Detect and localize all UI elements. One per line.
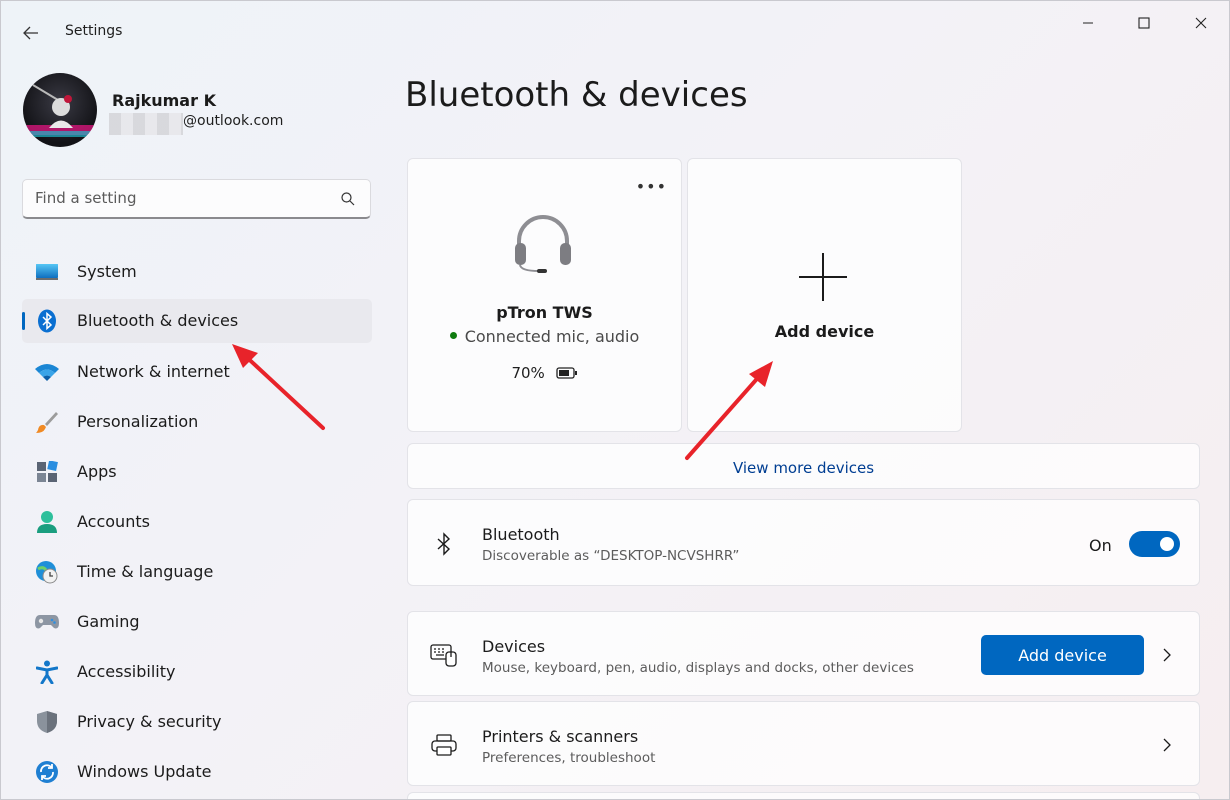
device-status-text: Connected mic, audio	[464, 327, 640, 346]
close-icon	[1195, 17, 1207, 29]
maximize-button[interactable]	[1124, 9, 1164, 37]
sidebar-item-bluetooth-devices[interactable]: Bluetooth & devices	[22, 299, 372, 343]
minimize-icon	[1083, 22, 1093, 24]
bluetooth-row: Bluetooth Discoverable as “DESKTOP-NCVSH…	[407, 499, 1200, 586]
bluetooth-toggle[interactable]	[1129, 531, 1180, 557]
paintbrush-icon	[34, 410, 60, 434]
active-indicator	[22, 312, 25, 330]
user-email: @outlook.com	[183, 113, 284, 129]
bluetooth-outline-icon	[430, 530, 458, 558]
sidebar-item-label: Accounts	[77, 512, 150, 531]
battery-row: 70%	[408, 364, 681, 382]
bluetooth-title: Bluetooth	[482, 525, 560, 544]
printers-title: Printers & scanners	[482, 727, 639, 746]
minimize-button[interactable]	[1068, 9, 1108, 37]
sidebar-item-time-language[interactable]: Time & language	[22, 550, 372, 594]
devices-row[interactable]: Devices Mouse, keyboard, pen, audio, dis…	[407, 611, 1200, 696]
sidebar-item-label: Accessibility	[77, 662, 176, 681]
globe-clock-icon	[34, 560, 60, 584]
device-name: pTron TWS	[496, 303, 593, 322]
email-redaction	[109, 113, 183, 135]
maximize-icon	[1138, 17, 1150, 29]
sidebar-item-label: System	[77, 262, 137, 281]
search-input[interactable]	[35, 189, 325, 207]
view-more-devices-link[interactable]: View more devices	[407, 443, 1200, 489]
bluetooth-subtitle: Discoverable as “DESKTOP-NCVSHRR”	[482, 548, 740, 564]
sidebar-item-label: Personalization	[77, 412, 199, 431]
sidebar-item-system[interactable]: System	[22, 250, 372, 294]
bluetooth-icon	[34, 309, 60, 333]
battery-icon	[555, 366, 577, 379]
sidebar-item-label: Apps	[77, 462, 117, 481]
add-device-button[interactable]: Add device	[981, 635, 1144, 675]
update-icon	[34, 760, 60, 784]
sidebar-item-label: Bluetooth & devices	[77, 311, 239, 330]
device-status: Connected mic, audio	[408, 327, 681, 346]
sidebar-item-personalization[interactable]: Personalization	[22, 400, 372, 444]
chevron-right-icon[interactable]	[1161, 737, 1173, 753]
sidebar-item-gaming[interactable]: Gaming	[22, 600, 372, 644]
search-icon[interactable]	[340, 191, 356, 207]
arrow-left-icon	[23, 26, 38, 40]
monitor-icon	[34, 260, 60, 284]
devices-subtitle: Mouse, keyboard, pen, audio, displays an…	[482, 660, 914, 676]
view-more-label: View more devices	[732, 459, 875, 477]
more-options-icon[interactable]: •••	[636, 177, 667, 196]
person-icon	[34, 510, 60, 534]
add-device-card[interactable]: Add device	[687, 158, 962, 432]
sidebar-item-label: Network & internet	[77, 362, 230, 381]
devices-title: Devices	[482, 637, 546, 656]
sidebar-item-label: Time & language	[77, 562, 214, 581]
sidebar-item-label: Gaming	[77, 612, 140, 631]
add-device-label: Add device	[774, 322, 875, 341]
apps-icon	[34, 460, 60, 484]
headset-icon	[515, 215, 571, 273]
bluetooth-toggle-label: On	[1089, 536, 1112, 555]
sidebar-item-privacy-security[interactable]: Privacy & security	[22, 700, 372, 744]
gamepad-icon	[34, 610, 60, 634]
plus-icon	[799, 253, 847, 301]
next-row-partial	[407, 792, 1200, 799]
keyboard-devices-icon	[430, 641, 458, 669]
accessibility-icon	[34, 660, 60, 684]
shield-icon	[34, 710, 60, 734]
user-name: Rajkumar K	[112, 91, 216, 110]
app-title: Settings	[65, 23, 123, 39]
sidebar-item-label: Windows Update	[77, 762, 212, 781]
sidebar-item-label: Privacy & security	[77, 712, 222, 731]
sidebar-item-accounts[interactable]: Accounts	[22, 500, 372, 544]
sidebar-item-accessibility[interactable]: Accessibility	[22, 650, 372, 694]
close-button[interactable]	[1181, 9, 1221, 37]
connected-status-dot	[449, 332, 457, 339]
sidebar-item-windows-update[interactable]: Windows Update	[22, 750, 372, 794]
device-card[interactable]: ••• pTron TWS Connected mic, audio 70%	[407, 158, 682, 432]
sidebar-item-network-internet[interactable]: Network & internet	[22, 350, 372, 394]
search-box[interactable]	[22, 179, 371, 219]
battery-level: 70%	[511, 364, 545, 382]
settings-window: Settings Rajkumar K @outlook.com Find a …	[0, 0, 1230, 800]
toggle-knob	[1160, 537, 1174, 551]
page-title: Bluetooth & devices	[405, 75, 748, 115]
wifi-icon	[34, 360, 60, 384]
printers-scanners-row[interactable]: Printers & scanners Preferences, trouble…	[407, 701, 1200, 786]
printer-icon	[430, 731, 458, 759]
avatar[interactable]	[23, 73, 97, 147]
avatar-image	[23, 84, 97, 137]
title-bar: Settings	[1, 1, 1229, 57]
sidebar-item-apps[interactable]: Apps	[22, 450, 372, 494]
back-button[interactable]	[19, 21, 43, 45]
chevron-right-icon[interactable]	[1161, 647, 1173, 663]
printers-subtitle: Preferences, troubleshoot	[482, 750, 656, 766]
